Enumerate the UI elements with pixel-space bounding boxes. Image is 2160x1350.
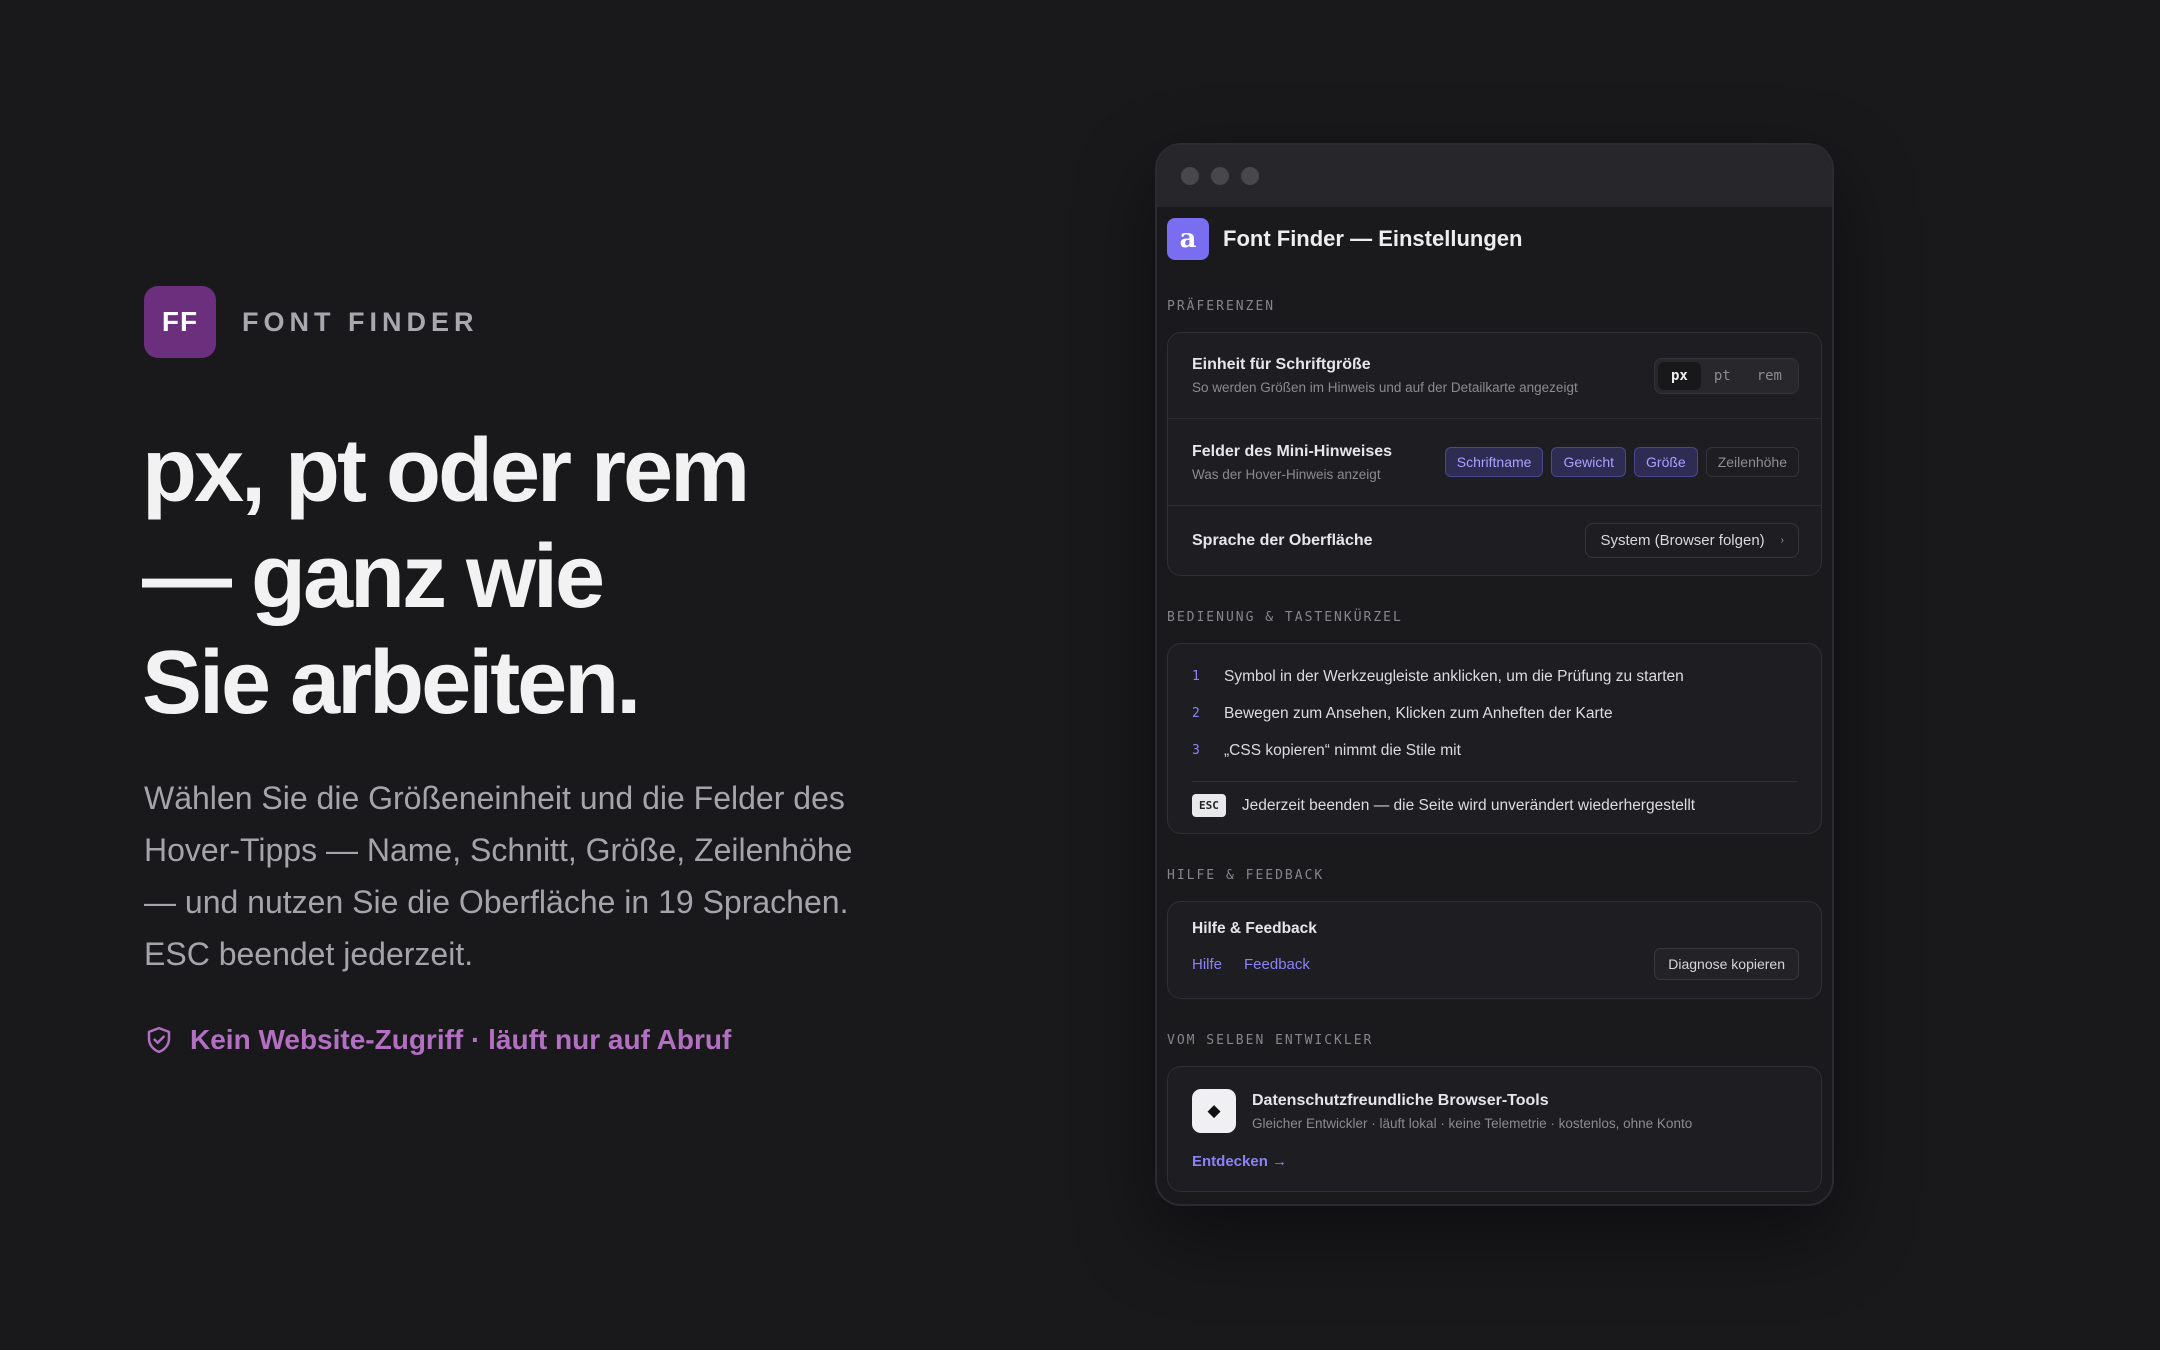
fields-chips: Schriftname Gewicht Größe Zeilenhöhe [1444,447,1799,477]
app-icon: a [1167,218,1209,260]
help-card: Hilfe & Feedback Hilfe Feedback Diagnose… [1167,901,1822,999]
unit-title: Einheit für Schriftgröße [1192,356,1371,373]
headline-line: — ganz wie [142,527,605,627]
window-minimize-dot[interactable] [1211,167,1229,185]
diamond-icon: ◆ [1192,1089,1236,1133]
privacy-text: Kein Website-Zugriff · läuft nur auf Abr… [190,1024,732,1055]
language-row: Sprache der Oberfläche System (Browser f… [1168,505,1821,575]
feedback-link[interactable]: Feedback [1244,956,1310,973]
fields-row: Felder des Mini-Hinweises Was der Hover-… [1168,418,1821,505]
esc-row: ESC Jederzeit beenden — die Seite wird u… [1192,781,1797,817]
section-label-preferences: PRÄFERENZEN [1167,299,1276,314]
shield-check-icon [147,1026,171,1054]
brand-logo: FF [144,286,216,358]
unit-option-pt[interactable]: pt [1701,362,1744,390]
chip-font-name[interactable]: Schriftname [1444,447,1544,477]
section-label-help: HILFE & FEEDBACK [1167,868,1325,883]
language-select-value: System (Browser folgen) [1600,532,1765,549]
lede: Wählen Sie die Größeneinheit und die Fel… [144,772,904,980]
step-text: „CSS kopieren“ nimmt die Stile mit [1224,741,1461,759]
step-item: 3 „CSS kopieren“ nimmt die Stile mit [1192,732,1797,769]
preferences-card: Einheit für Schriftgröße So werden Größe… [1167,332,1822,576]
step-number: 1 [1192,669,1200,684]
settings-window: a Font Finder — Einstellungen PRÄFERENZE… [1155,143,1834,1206]
esc-key-badge: ESC [1192,794,1226,817]
unit-option-px[interactable]: px [1657,361,1701,390]
controls-card: 1 Symbol in der Werkzeugleiste anklicken… [1167,643,1822,834]
esc-text: Jederzeit beenden — die Seite wird unver… [1241,796,1696,814]
step-text: Bewegen zum Ansehen, Klicken zum Anhefte… [1224,704,1613,722]
chip-weight[interactable]: Gewicht [1551,447,1627,477]
step-number: 3 [1192,743,1200,758]
lede-line: — und nutzen Sie die Oberfläche in 19 Sp… [144,884,849,920]
headline: px, pt oder rem — ganz wie Sie arbeiten. [142,418,942,736]
lede-line: Wählen Sie die Größeneinheit und die Fel… [144,780,845,816]
step-item: 1 Symbol in der Werkzeugleiste anklicken… [1192,658,1797,695]
step-number: 2 [1192,706,1200,721]
window-maximize-dot[interactable] [1241,167,1259,185]
headline-line: Sie arbeiten. [142,633,641,733]
language-title: Sprache der Oberfläche [1192,531,1373,549]
lede-line: ESC beendet jederzeit. [144,936,474,972]
chip-size[interactable]: Größe [1634,447,1698,477]
fields-subtitle: Was der Hover-Hinweis anzeigt [1192,466,1381,482]
app-icon-glyph: a [1179,224,1197,254]
copy-diagnostics-button[interactable]: Diagnose kopieren [1654,948,1799,980]
fields-title: Felder des Mini-Hinweises [1192,442,1393,460]
developer-title: Datenschutzfreundliche Browser-Tools [1252,1091,1549,1109]
discover-link[interactable]: Entdecken → [1192,1153,1287,1170]
step-text: Symbol in der Werkzeugleiste anklicken, … [1224,667,1684,685]
developer-promo: ◆ Datenschutzfreundliche Browser-Tools G… [1192,1089,1799,1133]
help-link[interactable]: Hilfe [1192,956,1222,973]
section-label-developer: VOM SELBEN ENTWICKLER [1167,1033,1374,1048]
lede-line: Hover-Tipps — Name, Schnitt, Größe, Zeil… [144,832,853,868]
developer-card: ◆ Datenschutzfreundliche Browser-Tools G… [1167,1066,1822,1192]
headline-line: px, pt oder rem [142,421,750,521]
help-title: Hilfe & Feedback [1192,920,1317,937]
diamond-glyph: ◆ [1207,1101,1221,1120]
section-label-controls: BEDIENUNG & TASTENKÜRZEL [1167,610,1403,625]
language-select[interactable]: System (Browser folgen) › [1585,523,1799,558]
help-actions: Hilfe Feedback Diagnose kopieren [1192,948,1799,980]
unit-subtitle: So werden Größen im Hinweis und auf der … [1192,380,1578,395]
app-title: Font Finder — Einstellungen [1223,226,1523,251]
window-close-dot[interactable] [1181,167,1199,185]
privacy-note: Kein Website-Zugriff · läuft nur auf Abr… [144,1024,731,1056]
brand: FF FONT FINDER [144,286,479,358]
developer-subtitle: Gleicher Entwickler · läuft lokal · kein… [1252,1115,1693,1131]
brand-name: FONT FINDER [242,306,479,337]
window-titlebar [1157,145,1832,207]
unit-option-rem[interactable]: rem [1744,362,1795,390]
step-item: 2 Bewegen zum Ansehen, Klicken zum Anhef… [1192,695,1797,732]
chip-line-height[interactable]: Zeilenhöhe [1705,447,1799,477]
unit-segmented-control: px pt rem [1653,357,1799,394]
unit-row: Einheit für Schriftgröße So werden Größe… [1168,333,1821,418]
app-header: a Font Finder — Einstellungen [1157,207,1832,261]
chevron-right-icon: › [1780,535,1784,546]
